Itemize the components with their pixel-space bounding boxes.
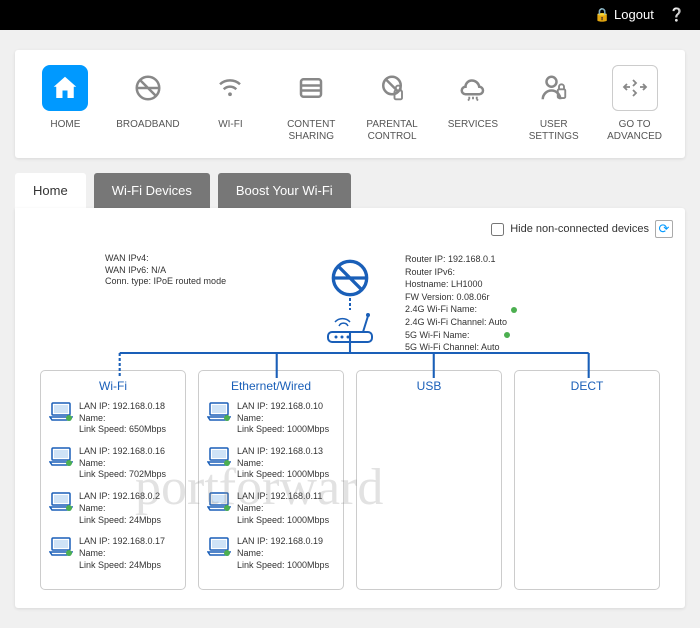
laptop-icon — [207, 446, 231, 466]
router-info: Router IP: 192.168.0.1 Router IPv6: Host… — [405, 253, 517, 354]
main-nav: HOME BROADBAND WI-FI CONTENT SHARING PAR… — [15, 50, 685, 158]
device-item[interactable]: LAN IP: 192.168.0.19Name:Link Speed: 100… — [207, 536, 335, 571]
top-bar: 🔒 Logout ❔ — [0, 0, 700, 30]
home-panel: Hide non-connected devices ⟳ WAN IPv4: W… — [15, 208, 685, 608]
laptop-icon — [207, 401, 231, 421]
device-item[interactable]: LAN IP: 192.168.0.18Name:Link Speed: 650… — [49, 401, 177, 436]
wan-globe-icon — [330, 258, 370, 298]
home-icon — [42, 65, 88, 111]
nav-label: CONTENT SHARING — [287, 119, 335, 143]
services-icon — [450, 65, 496, 111]
tab-wifi-devices[interactable]: Wi-Fi Devices — [94, 173, 210, 208]
device-item[interactable]: LAN IP: 192.168.0.2Name:Link Speed: 24Mb… — [49, 491, 177, 526]
nav-label: USER SETTINGS — [529, 119, 579, 143]
tab-boost-wifi[interactable]: Boost Your Wi-Fi — [218, 173, 351, 208]
nav-parental-control[interactable]: PARENTAL CONTROL — [362, 65, 422, 143]
status-dot-icon — [504, 332, 510, 338]
laptop-icon — [49, 491, 73, 511]
laptop-icon — [207, 536, 231, 556]
nav-wifi[interactable]: WI-FI — [200, 65, 260, 143]
router-icon — [320, 310, 380, 345]
topology: WAN IPv4: WAN IPv6: N/A Conn. type: IPoE… — [30, 248, 670, 590]
device-item[interactable]: LAN IP: 192.168.0.13Name:Link Speed: 100… — [207, 446, 335, 481]
laptop-icon — [207, 491, 231, 511]
help-icon[interactable]: ❔ — [669, 7, 685, 23]
nav-label: GO TO ADVANCED — [607, 119, 662, 143]
parental-control-icon — [369, 65, 415, 111]
nav-home[interactable]: HOME — [35, 65, 95, 143]
nav-services[interactable]: SERVICES — [443, 65, 503, 143]
nav-user-settings[interactable]: USER SETTINGS — [524, 65, 584, 143]
content-sharing-icon — [288, 65, 334, 111]
laptop-icon — [49, 401, 73, 421]
laptop-icon — [49, 536, 73, 556]
user-settings-icon — [531, 65, 577, 111]
nav-broadband[interactable]: BROADBAND — [116, 65, 179, 143]
tab-bar: Home Wi-Fi Devices Boost Your Wi-Fi — [15, 173, 685, 208]
hide-non-connected-checkbox[interactable] — [491, 223, 504, 236]
branch-usb: USB — [356, 370, 502, 590]
hide-label: Hide non-connected devices — [510, 223, 649, 235]
wan-info: WAN IPv4: WAN IPv6: N/A Conn. type: IPoE… — [105, 253, 226, 288]
branch-wifi: Wi-Fi LAN IP: 192.168.0.18Name:Link Spee… — [40, 370, 186, 590]
nav-content-sharing[interactable]: CONTENT SHARING — [281, 65, 341, 143]
device-item[interactable]: LAN IP: 192.168.0.11Name:Link Speed: 100… — [207, 491, 335, 526]
tab-home[interactable]: Home — [15, 173, 86, 208]
broadband-icon — [125, 65, 171, 111]
device-item[interactable]: LAN IP: 192.168.0.10Name:Link Speed: 100… — [207, 401, 335, 436]
logout-link[interactable]: 🔒 Logout — [594, 7, 654, 23]
advanced-icon — [612, 65, 658, 111]
branch-ethernet: Ethernet/Wired LAN IP: 192.168.0.10Name:… — [198, 370, 344, 590]
status-dot-icon — [511, 307, 517, 313]
reload-button[interactable]: ⟳ — [655, 220, 673, 238]
nav-advanced[interactable]: GO TO ADVANCED — [605, 65, 665, 143]
device-item[interactable]: LAN IP: 192.168.0.17Name:Link Speed: 24M… — [49, 536, 177, 571]
laptop-icon — [49, 446, 73, 466]
wifi-icon — [207, 65, 253, 111]
branch-dect: DECT — [514, 370, 660, 590]
nav-label: PARENTAL CONTROL — [366, 119, 417, 143]
device-item[interactable]: LAN IP: 192.168.0.16Name:Link Speed: 702… — [49, 446, 177, 481]
